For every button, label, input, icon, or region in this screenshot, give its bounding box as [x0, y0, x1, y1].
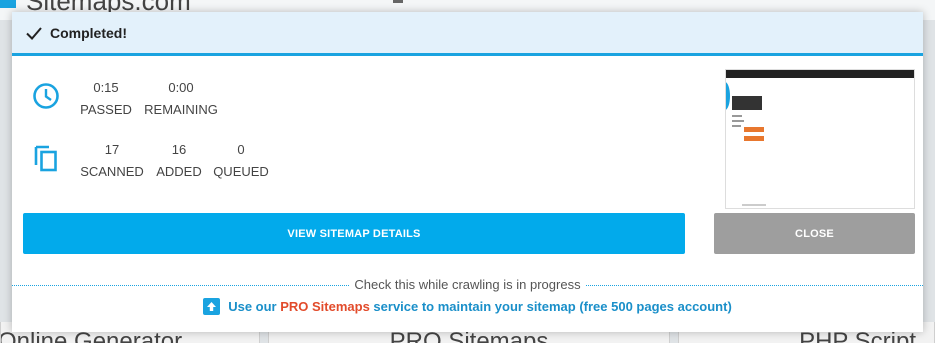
scanned-value: 17 [104, 142, 120, 157]
pages-stats-row: 17 SCANNED 16 ADDED 0 QUEUED [12, 139, 612, 189]
added-stat: 16 ADDED [155, 139, 203, 183]
time-stats-row: 0:15 PASSED 0:00 REMAINING [12, 77, 612, 127]
upload-icon [203, 298, 221, 315]
thumbnail-button [744, 136, 764, 141]
check-icon [26, 26, 42, 40]
promo-caption: Check this while crawling is in progress [12, 277, 923, 292]
modal-header: Completed! [12, 12, 923, 56]
time-remaining-stat: 0:00 REMAINING [142, 77, 220, 121]
queued-label: QUEUED [213, 164, 269, 179]
crawl-complete-modal: Completed! 0:15 PASSED 0:00 REMAINING 17… [12, 12, 923, 332]
scanned-label: SCANNED [80, 164, 144, 179]
promo-caption-text: Check this while crawling is in progress [349, 277, 586, 292]
close-button[interactable]: CLOSE [714, 213, 915, 254]
thumbnail-side-tab [726, 82, 730, 110]
thumbnail-text-line [732, 115, 742, 117]
promo-suffix: service to maintain your sitemap (free 5… [369, 299, 732, 314]
clock-icon [33, 83, 59, 109]
time-passed-label: PASSED [80, 102, 132, 117]
thumbnail-button [744, 127, 764, 132]
site-preview-thumbnail [725, 69, 915, 209]
pro-sitemaps-link[interactable]: PRO Sitemaps [280, 299, 370, 314]
time-passed-value: 0:15 [93, 80, 119, 95]
logo-mark-icon [0, 0, 16, 8]
added-value: 16 [171, 142, 187, 157]
queued-stat: 0 QUEUED [213, 139, 269, 183]
copy-pages-icon [34, 145, 57, 172]
queued-value: 0 [237, 142, 245, 157]
modal-title: Completed! [50, 24, 127, 41]
scanned-stat: 17 SCANNED [80, 139, 144, 183]
crawl-stats: 0:15 PASSED 0:00 REMAINING 17 SCANNED 16… [12, 59, 712, 209]
thumbnail-text-line [732, 120, 744, 122]
promo-link[interactable]: Use our PRO Sitemaps service to maintain… [12, 298, 923, 315]
thumbnail-footer-line [742, 204, 766, 206]
time-passed-stat: 0:15 PASSED [80, 77, 132, 121]
promo-prefix: Use our [228, 299, 281, 314]
thumbnail-top-bar [726, 70, 914, 78]
time-remaining-value: 0:00 [168, 80, 194, 95]
added-label: ADDED [156, 164, 202, 179]
view-sitemap-details-button[interactable]: VIEW SITEMAP DETAILS [23, 213, 685, 254]
menu-glyph-icon [393, 0, 403, 3]
thumbnail-logo [732, 96, 762, 110]
thumbnail-text-line [732, 125, 741, 127]
time-remaining-label: REMAINING [144, 102, 218, 117]
